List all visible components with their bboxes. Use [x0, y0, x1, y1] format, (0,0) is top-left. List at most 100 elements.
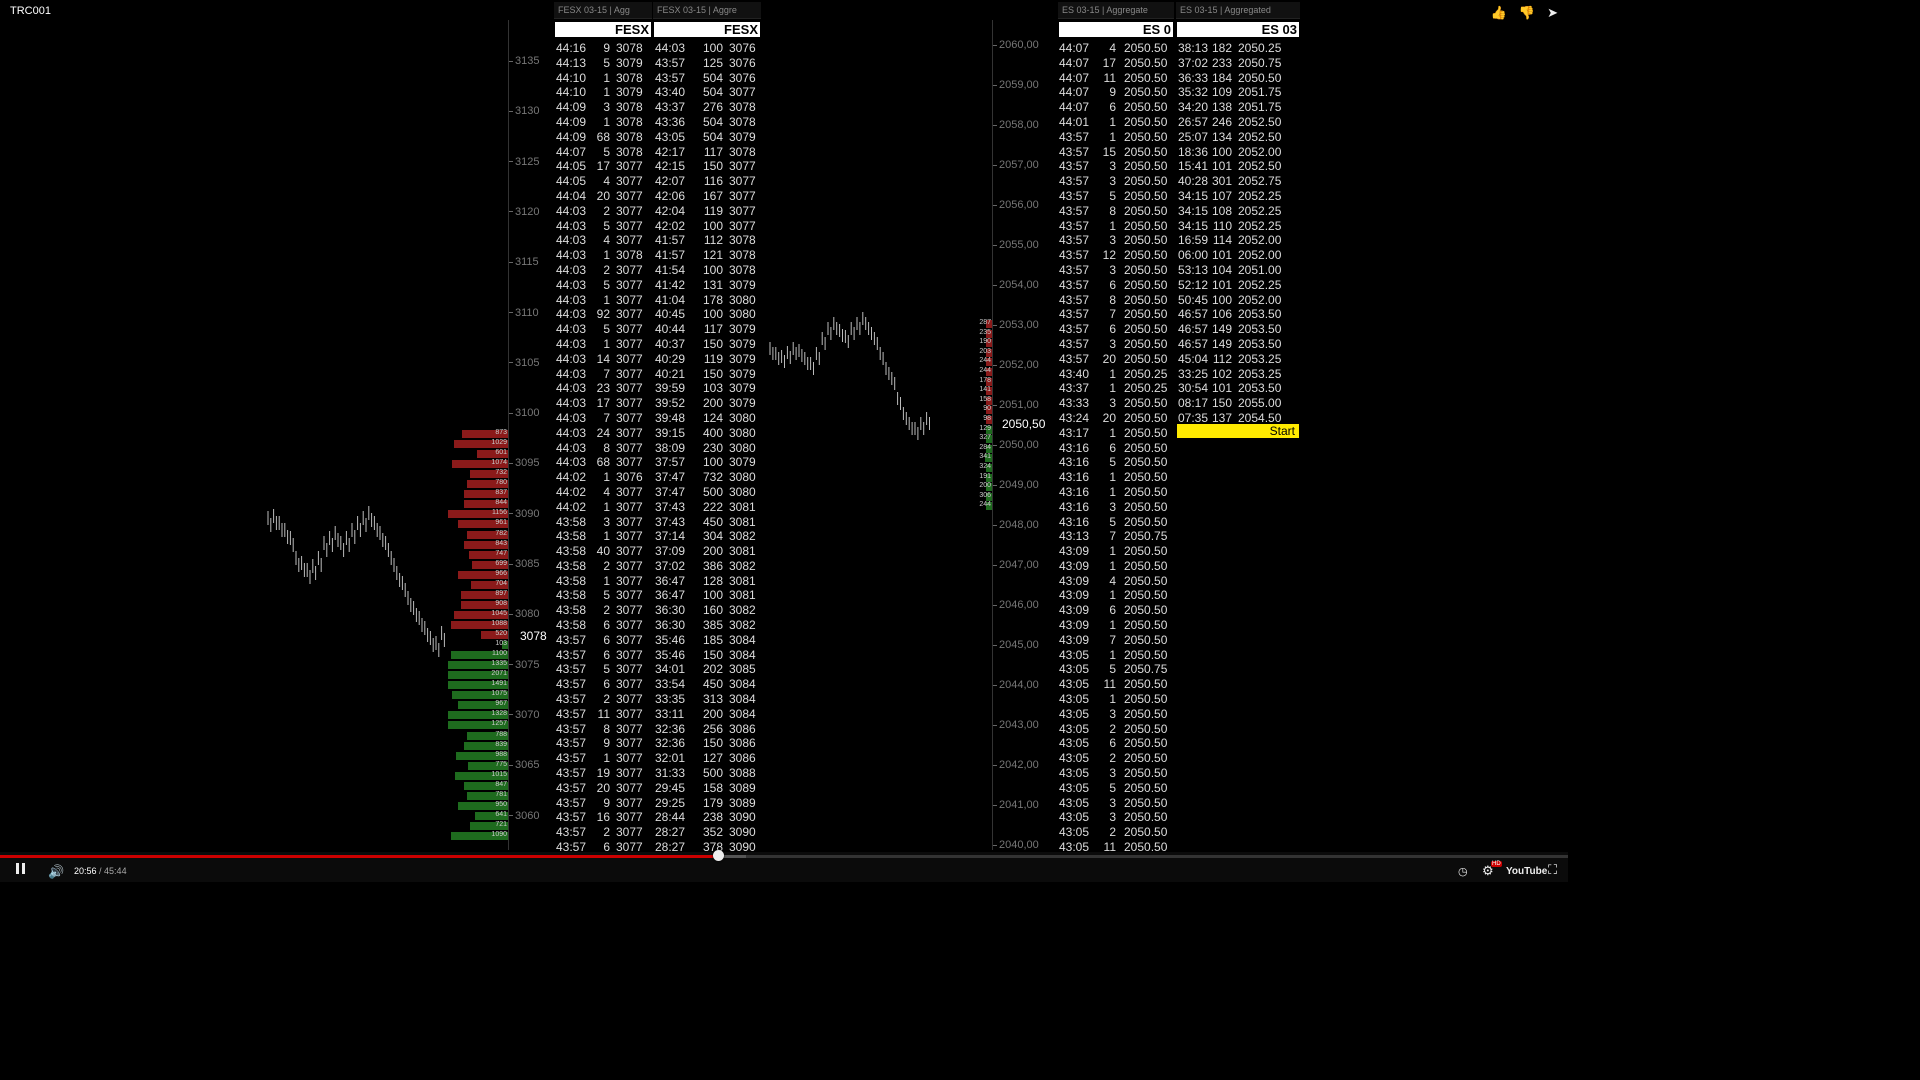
tas-row: 43:16 6 2050.50 — [1058, 441, 1174, 456]
volume-label: 847 — [495, 780, 507, 788]
video-title[interactable]: TRC001 — [10, 5, 51, 17]
axis-tick-label: 2044,00 — [993, 679, 1039, 691]
tas-size: 1 — [603, 114, 610, 129]
tas-price: 3078 — [616, 100, 643, 115]
tas-price: 2050.50 — [1124, 218, 1168, 233]
tas-price: 3077 — [616, 558, 643, 573]
tas-size: 1 — [1109, 558, 1116, 573]
tas-row: 37:02 233 2050.75 — [1176, 56, 1300, 71]
tas-row: 39:59 103 3079 — [653, 381, 761, 396]
fullscreen-button[interactable]: ⛶ — [1548, 862, 1557, 878]
volume-label: 897 — [495, 589, 507, 597]
tas-time: 44:02 — [556, 470, 587, 485]
tas-price: 2053.50 — [1238, 381, 1282, 396]
tas-row: 40:21 150 3079 — [653, 367, 761, 382]
tas-price: 3078 — [616, 129, 643, 144]
tas-row: 43:33 3 2050.50 — [1058, 396, 1174, 411]
start-button[interactable]: Start — [1177, 424, 1299, 438]
es-time-and-sales-1[interactable]: ES 03-15 | Aggregate ES 0 44:07 4 2050.50 4… — [1058, 0, 1174, 854]
tas-row: 43:57 20 3077 — [554, 781, 652, 796]
tas-time: 40:28 — [1178, 174, 1209, 189]
tas-size: 101 — [1211, 381, 1232, 396]
tas-tab[interactable]: FESX 03-15 | Aggre — [653, 2, 761, 19]
tas-size: 112 — [1212, 351, 1232, 366]
tas-time: 39:59 — [655, 381, 686, 396]
es-time-and-sales-2[interactable]: ES 03-15 | Aggregated ES 03 38:13 182 2050… — [1176, 0, 1300, 852]
tas-size: 385 — [702, 618, 723, 633]
tas-size: 17 — [1102, 55, 1116, 70]
tas-row: 41:57 121 3078 — [653, 248, 761, 263]
tas-row: 44:07 11 2050.50 — [1058, 71, 1174, 86]
settings-button[interactable]: ⚙ HD — [1482, 861, 1502, 879]
tas-row: 43:16 1 2050.50 — [1058, 485, 1174, 500]
tas-row: 44:03 1 3077 — [554, 337, 652, 352]
tas-size: 1 — [1109, 114, 1116, 129]
tas-size: 3 — [1109, 396, 1116, 411]
tas-time: 34:15 — [1178, 218, 1209, 233]
tas-tab[interactable]: ES 03-15 | Aggregated — [1176, 2, 1300, 19]
volume-label: 1075 — [491, 690, 507, 698]
tas-size: 102 — [1211, 366, 1232, 381]
tas-size: 2 — [603, 558, 610, 573]
tas-price: 3079 — [729, 277, 756, 292]
volume-label: 788 — [495, 730, 507, 738]
tas-size: 5 — [603, 55, 610, 70]
tas-size: 2 — [603, 203, 610, 218]
tas-price: 3077 — [616, 499, 643, 514]
tas-row: 44:07 5 3078 — [554, 145, 652, 160]
tas-time: 41:42 — [655, 277, 686, 292]
tas-row: 43:58 2 3077 — [554, 603, 652, 618]
share-icon[interactable]: ➤ — [1547, 5, 1558, 21]
tas-size: 5 — [1109, 514, 1116, 529]
tas-time: 43:57 — [556, 706, 587, 721]
tas-row: 44:02 1 3076 — [554, 470, 652, 485]
tas-time: 44:02 — [556, 484, 587, 499]
tas-price: 2052.75 — [1238, 174, 1282, 189]
pause-button[interactable] — [16, 862, 25, 877]
tas-time: 40:21 — [655, 366, 686, 381]
tas-size: 6 — [603, 618, 610, 633]
tas-tab[interactable]: FESX 03-15 | Agg — [554, 2, 652, 19]
tas-size: 386 — [702, 558, 723, 573]
tas-time: 43:05 — [655, 129, 686, 144]
tas-time: 28:44 — [655, 810, 686, 825]
tas-row: 37:47 732 3080 — [653, 470, 761, 485]
tas-time: 43:05 — [1059, 766, 1090, 781]
fesx-time-and-sales-2[interactable]: FESX 03-15 | Aggre FESX 44:03 100 3076 43:5… — [653, 0, 761, 854]
tas-row: 43:57 3 2050.50 — [1058, 263, 1174, 278]
tas-row: 43:37 1 2050.25 — [1058, 381, 1174, 396]
tas-price: 2052.25 — [1238, 277, 1282, 292]
dislike-icon[interactable]: 👎 — [1519, 5, 1535, 21]
volume-button[interactable]: 🔊 — [48, 864, 64, 880]
watch-later-button[interactable]: ◷ — [1458, 865, 1468, 878]
tas-size: 200 — [702, 396, 723, 411]
tas-row: 43:05 2 2050.50 — [1058, 825, 1174, 840]
tas-tab[interactable]: ES 03-15 | Aggregate — [1058, 2, 1174, 19]
volume-label: 747 — [495, 549, 507, 557]
progress-bar[interactable] — [0, 855, 719, 858]
tas-size: 124 — [702, 410, 723, 425]
tas-time: 37:02 — [655, 558, 686, 573]
tas-row: 44:03 68 3077 — [554, 455, 652, 470]
fesx-time-and-sales-1[interactable]: FESX 03-15 | Agg FESX 44:16 9 3078 44:13 5 30… — [554, 0, 652, 854]
tas-price: 3080 — [729, 292, 756, 307]
tas-price: 2050.50 — [1124, 692, 1168, 707]
like-icon[interactable]: 👍 — [1491, 5, 1507, 21]
tas-row: 46:57 149 2053.50 — [1176, 337, 1300, 352]
tas-price: 3080 — [729, 470, 756, 485]
tas-price: 3077 — [616, 336, 643, 351]
tas-time: 43:05 — [1059, 736, 1090, 751]
tas-time: 44:03 — [556, 381, 587, 396]
axis-tick-label: 3075 — [509, 659, 539, 671]
axis-tick-label: 3135 — [509, 55, 539, 67]
youtube-logo[interactable]: YouTube — [1506, 866, 1547, 877]
volume-label: 1100 — [491, 650, 507, 658]
tas-time: 43:16 — [1059, 455, 1090, 470]
tas-price: 2050.50 — [1124, 677, 1168, 692]
tas-time: 33:54 — [655, 677, 686, 692]
tas-row: 43:57 6 2050.50 — [1058, 278, 1174, 293]
youtube-icon: YouTube — [1506, 866, 1548, 877]
tas-time: 46:57 — [1178, 322, 1209, 337]
tas-price: 2050.50 — [1124, 573, 1168, 588]
volume-label: 103 — [495, 640, 507, 648]
